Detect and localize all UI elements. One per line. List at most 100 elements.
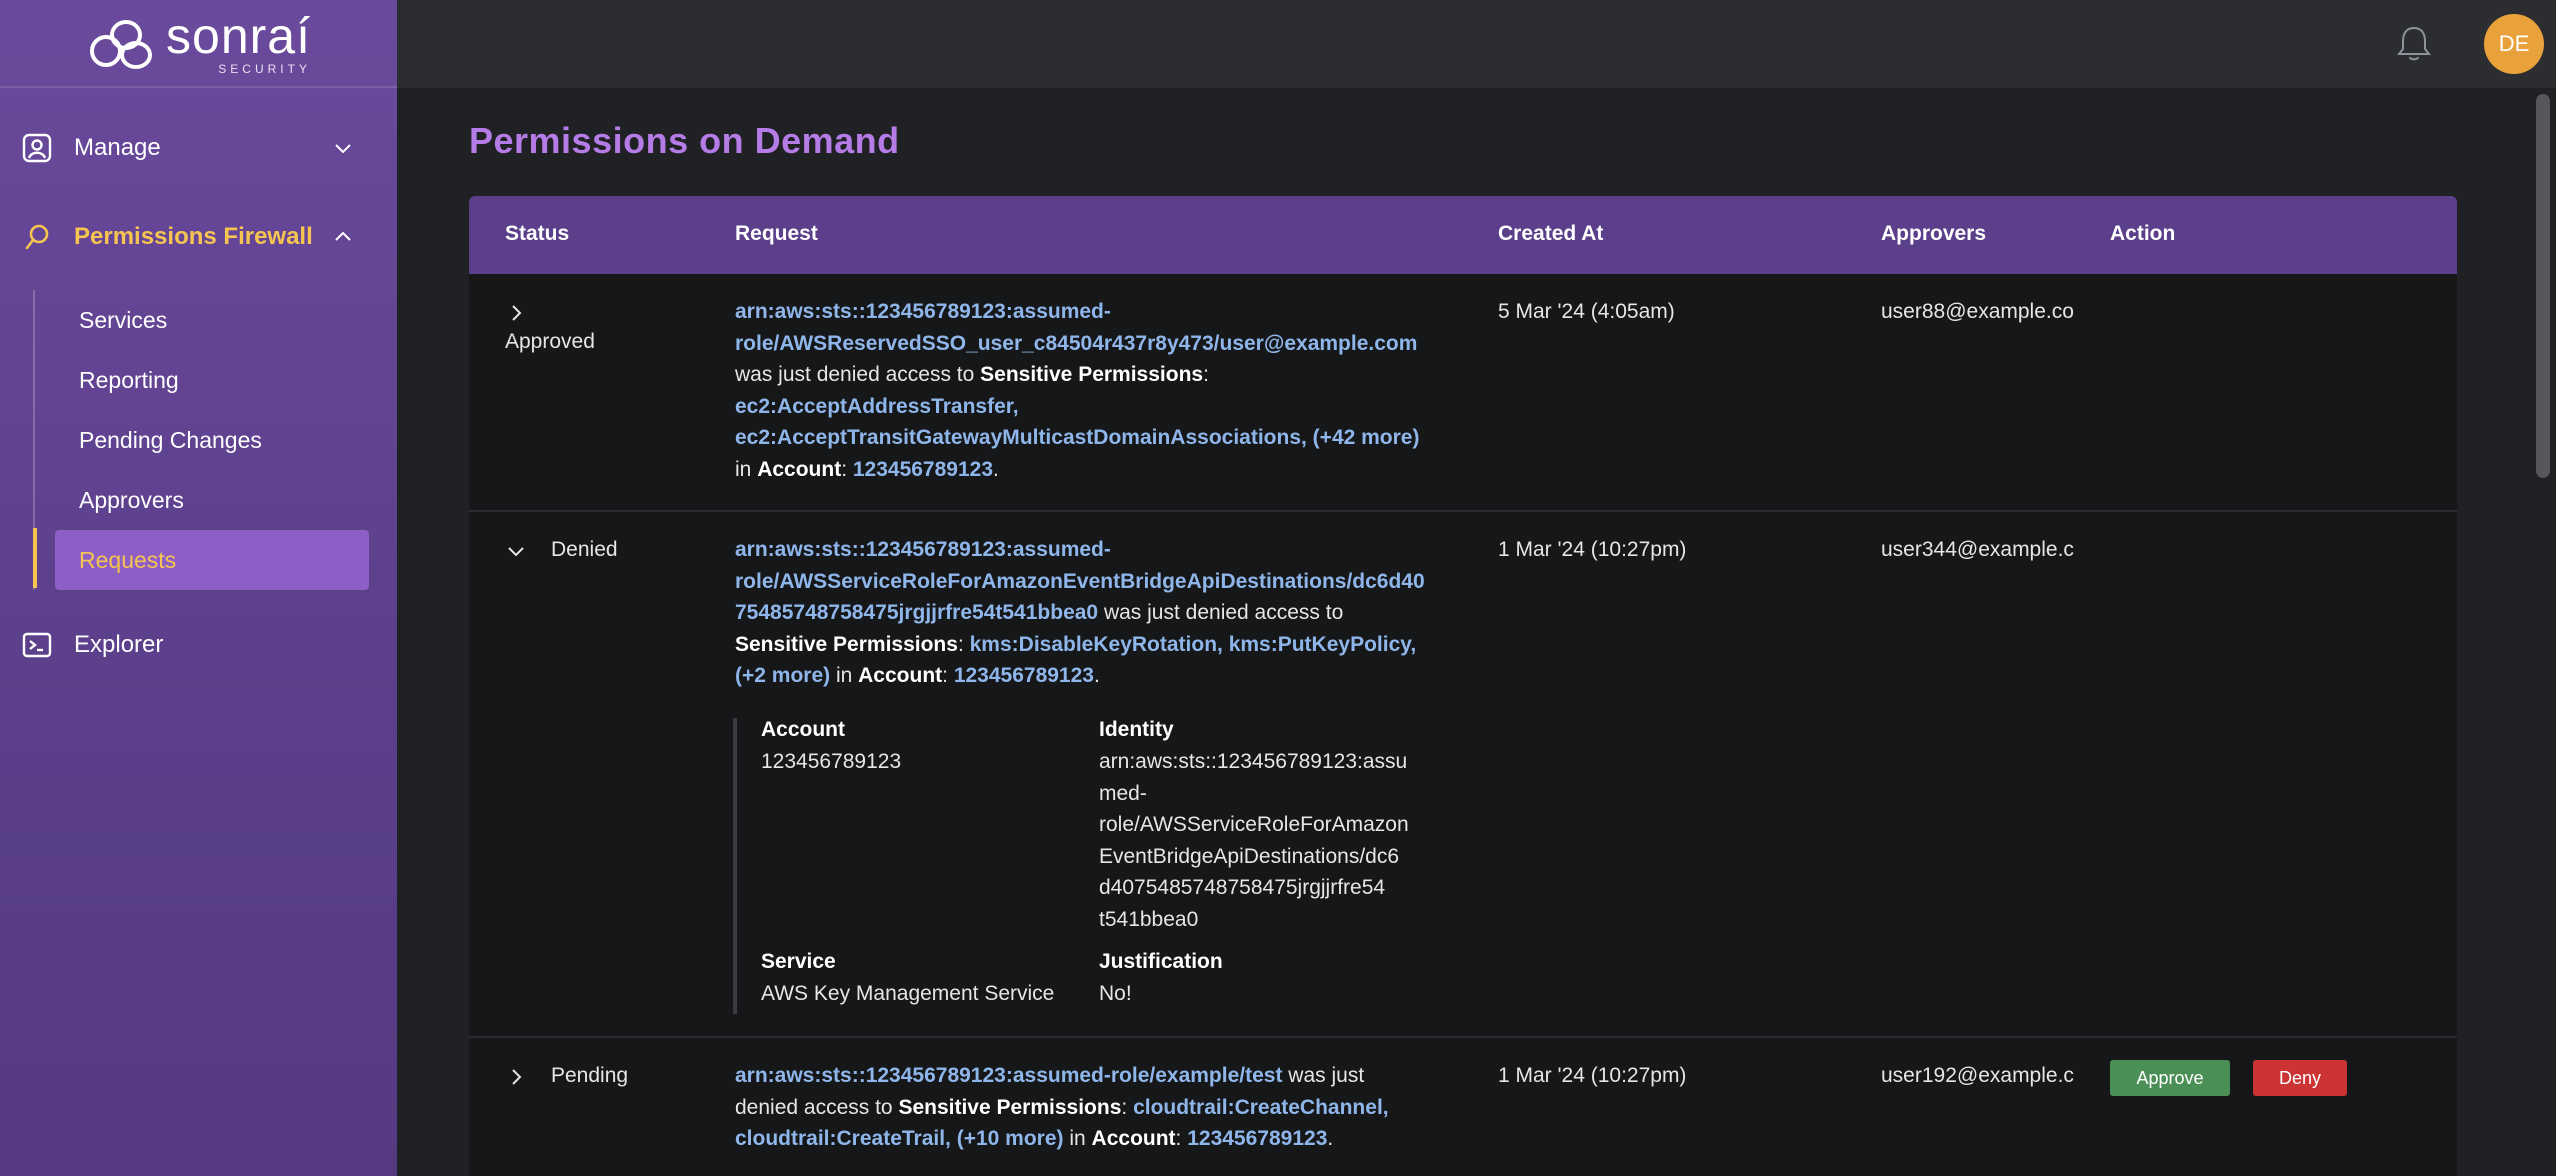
nav-permissions-firewall[interactable]: Permissions Firewall bbox=[0, 207, 397, 267]
request-text-segment: denied access to bbox=[735, 1095, 899, 1119]
user-avatar[interactable]: DE bbox=[2484, 14, 2544, 74]
account-label: Account bbox=[757, 457, 842, 481]
request-text-segment: : bbox=[942, 664, 954, 687]
sidebar-item-requests[interactable]: Requests bbox=[55, 530, 369, 590]
created-at: 1 Mar '24 (10:27pm) bbox=[1498, 538, 1687, 561]
detail-account-label: Account bbox=[761, 718, 845, 741]
table-row[interactable]: Pending arn:aws:sts::123456789123:assume… bbox=[469, 1038, 2457, 1176]
permissions-firewall-subnav: Services Reporting Pending Changes Appro… bbox=[33, 290, 373, 590]
top-bar bbox=[397, 0, 2556, 88]
status-text: Denied bbox=[551, 538, 618, 561]
deny-button[interactable]: Deny bbox=[2253, 1060, 2347, 1096]
status-text: Approved bbox=[505, 330, 595, 353]
nav-manage-label: Manage bbox=[74, 134, 161, 161]
approvers: user344@example.c bbox=[1881, 538, 2074, 561]
sidebar-item-reporting[interactable]: Reporting bbox=[55, 350, 369, 410]
permission-link[interactable]: kms:DisableKeyRotation, kms:PutKeyPolicy… bbox=[970, 633, 1417, 656]
detail-account-value: 123456789123 bbox=[761, 750, 902, 773]
chevron-up-icon bbox=[335, 231, 351, 241]
bell-icon[interactable] bbox=[2392, 22, 2436, 66]
account-label: Account bbox=[1091, 1127, 1176, 1150]
nav-explorer[interactable]: Explorer bbox=[0, 615, 397, 675]
sensitive-permissions-label: Sensitive Permissions bbox=[735, 632, 958, 656]
request-text: arn:aws:sts::123456789123:assumed- role/… bbox=[735, 296, 1475, 485]
identity-link[interactable]: arn:aws:sts::123456789123:assumed-role/e… bbox=[735, 1064, 1282, 1087]
request-text: arn:aws:sts::123456789123:assumed- role/… bbox=[735, 534, 1475, 692]
header-approvers: Approvers bbox=[1881, 222, 1987, 245]
permission-link[interactable]: ec2:AcceptAddressTransfer, bbox=[735, 395, 1019, 418]
request-text-segment: : bbox=[1203, 363, 1209, 386]
permission-link[interactable]: cloudtrail:CreateChannel, bbox=[1133, 1096, 1389, 1119]
main-content: Permissions on Demand Status Request Cre… bbox=[397, 88, 2531, 1176]
terminal-icon bbox=[20, 628, 54, 662]
sonrai-logo-icon bbox=[90, 20, 153, 69]
nav-manage[interactable]: Manage bbox=[0, 118, 397, 178]
identity-line: med- bbox=[1099, 781, 1147, 805]
table-header: Status Request Created At Approvers Acti… bbox=[469, 196, 2457, 274]
detail-service-label: Service bbox=[761, 950, 836, 973]
request-text-segment: was just denied access to bbox=[1098, 601, 1344, 624]
identity-line: EventBridgeApiDestinations/dc6 bbox=[1099, 844, 1400, 868]
header-request: Request bbox=[735, 222, 818, 245]
account-link[interactable]: 123456789123 bbox=[1187, 1127, 1327, 1150]
identity-link[interactable]: arn:aws:sts::123456789123:assumed- bbox=[735, 300, 1111, 323]
detail-justification-label: Justification bbox=[1099, 950, 1223, 973]
page-title: Permissions on Demand bbox=[469, 120, 900, 161]
chevron-right-icon[interactable] bbox=[505, 1066, 527, 1088]
account-label: Account bbox=[858, 664, 943, 687]
request-text: arn:aws:sts::123456789123:assumed-role/e… bbox=[735, 1060, 1475, 1155]
sensitive-permissions-label: Sensitive Permissions bbox=[980, 363, 1204, 386]
sidebar-item-pending-changes[interactable]: Pending Changes bbox=[55, 410, 369, 470]
request-text-segment: in bbox=[1063, 1127, 1092, 1150]
identity-line: role/AWSServiceRoleForAmazon bbox=[1099, 813, 1409, 836]
approvers: user192@example.c bbox=[1881, 1064, 2074, 1087]
identity-link[interactable]: role/AWSServiceRoleForAmazonEventBridgeA… bbox=[735, 570, 1425, 593]
header-action: Action bbox=[2110, 222, 2176, 245]
request-text-segment: . bbox=[1093, 664, 1100, 687]
nav-permissions-firewall-label: Permissions Firewall bbox=[74, 223, 313, 250]
created-at: 1 Mar '24 (10:27pm) bbox=[1498, 1064, 1687, 1087]
detail-service-value: AWS Key Management Service bbox=[761, 982, 1055, 1005]
sidebar-item-services[interactable]: Services bbox=[55, 290, 369, 350]
account-link[interactable]: 123456789123 bbox=[853, 458, 993, 481]
table-row-expanded[interactable]: Denied arn:aws:sts::123456789123:assumed… bbox=[469, 512, 2457, 1038]
scrollbar-thumb[interactable] bbox=[2536, 94, 2550, 478]
request-detail-panel: Account 123456789123 Identity arn:aws:st… bbox=[733, 718, 1433, 1014]
approvers: user88@example.co bbox=[1881, 300, 2074, 323]
account-link[interactable]: 123456789123 bbox=[954, 664, 1094, 687]
request-text-segment: . bbox=[993, 457, 999, 481]
sensitive-permissions-label: Sensitive Permissions bbox=[898, 1095, 1122, 1119]
identity-line: arn:aws:sts::123456789123:assu bbox=[1099, 750, 1408, 773]
brand-subtitle: SECURITY bbox=[218, 62, 311, 76]
request-text-segment: was just bbox=[1282, 1064, 1365, 1087]
detail-identity-value: arn:aws:sts::123456789123:assu med- role… bbox=[1099, 746, 1429, 935]
identity-link[interactable]: arn:aws:sts::123456789123:assumed- bbox=[735, 538, 1111, 561]
detail-identity-label: Identity bbox=[1099, 718, 1174, 741]
identity-line: t541bbea0 bbox=[1099, 907, 1199, 931]
chevron-right-icon[interactable] bbox=[505, 302, 527, 324]
table-row[interactable]: Approved arn:aws:sts::123456789123:assum… bbox=[469, 274, 2457, 512]
chevron-down-icon bbox=[335, 144, 351, 154]
requests-table: Status Request Created At Approvers Acti… bbox=[469, 196, 2457, 1176]
permission-link[interactable]: ec2:AcceptTransitGatewayMulticastDomainA… bbox=[735, 426, 1419, 449]
request-text-segment: : bbox=[841, 457, 853, 481]
identity-link[interactable]: 75485748758475jrgjjrfre54t541bbea0 bbox=[735, 601, 1098, 624]
request-text-segment: : bbox=[1175, 1127, 1188, 1150]
request-text-segment: : bbox=[957, 632, 970, 656]
request-text-segment: in bbox=[830, 664, 859, 687]
status-text: Pending bbox=[551, 1064, 629, 1087]
sidebar-item-approvers[interactable]: Approvers bbox=[55, 470, 369, 530]
brand-logo[interactable]: sonraí SECURITY bbox=[0, 0, 397, 88]
approve-button[interactable]: Approve bbox=[2110, 1060, 2230, 1096]
active-indicator bbox=[33, 528, 37, 588]
created-at: 5 Mar '24 (4:05am) bbox=[1498, 300, 1675, 323]
header-created-at: Created At bbox=[1498, 222, 1604, 245]
request-text-segment: was just denied access to bbox=[735, 363, 981, 386]
permission-link[interactable]: (+2 more) bbox=[735, 664, 830, 687]
header-status: Status bbox=[505, 222, 570, 245]
identity-link[interactable]: role/AWSReservedSSO_user_c84504r437r8y47… bbox=[735, 332, 1417, 355]
chevron-down-icon[interactable] bbox=[505, 540, 527, 562]
magnifier-icon bbox=[20, 220, 54, 254]
identity-line: d4075485748758475jrgjjrfre54 bbox=[1099, 876, 1386, 899]
permission-link[interactable]: cloudtrail:CreateTrail, (+10 more) bbox=[735, 1127, 1064, 1150]
